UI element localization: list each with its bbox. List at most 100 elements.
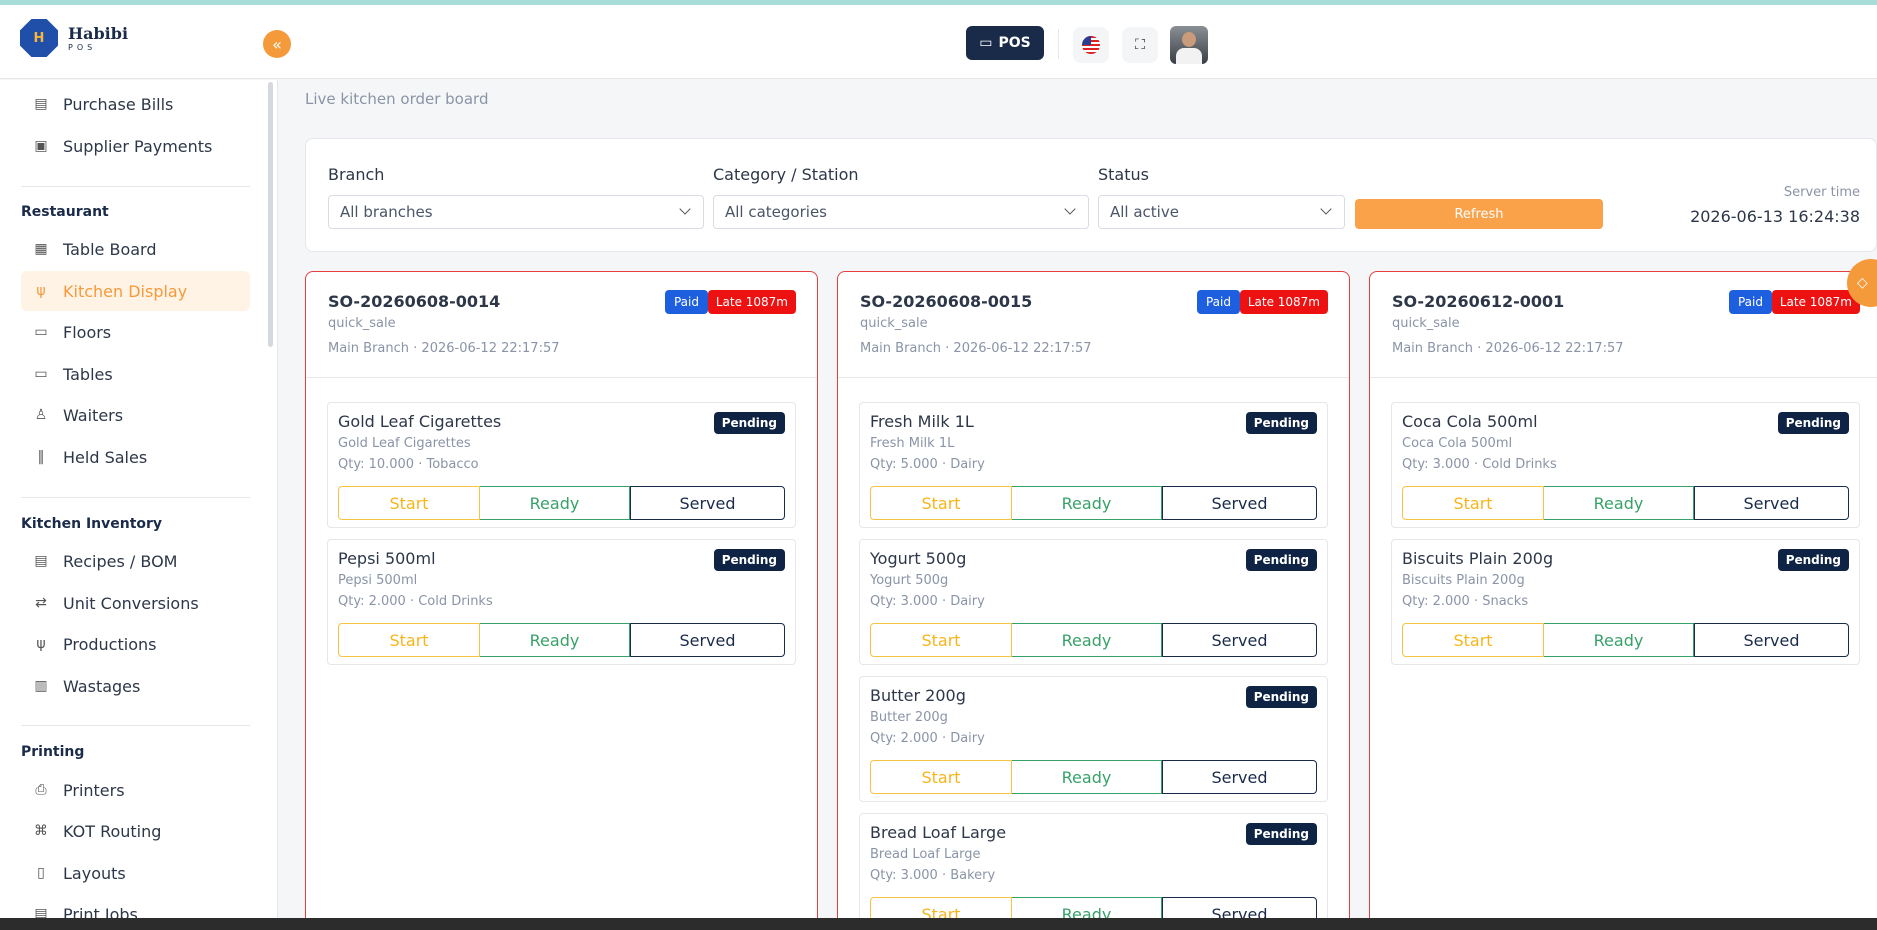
ready-button[interactable]: Ready <box>1012 897 1162 918</box>
order-item: Pepsi 500ml Pepsi 500ml Qty: 2.000 · Col… <box>327 539 796 665</box>
served-button[interactable]: Served <box>1162 760 1317 794</box>
category-label: Category / Station <box>713 165 859 184</box>
pause-icon: ‖ <box>37 449 45 465</box>
served-button[interactable]: Served <box>1694 486 1849 520</box>
served-button[interactable]: Served <box>630 623 785 657</box>
item-sub: Coca Cola 500ml <box>1402 436 1513 451</box>
header-divider <box>1058 29 1059 59</box>
start-button[interactable]: Start <box>1402 486 1544 520</box>
arrows-icon: ⇄ <box>35 595 47 611</box>
sidebar-item-waiters[interactable]: ♙ Waiters <box>21 395 250 435</box>
user-avatar[interactable] <box>1170 26 1208 64</box>
start-button[interactable]: Start <box>870 897 1012 918</box>
sidebar-item-floors[interactable]: ▭ Floors <box>21 312 250 352</box>
served-button[interactable]: Served <box>1162 623 1317 657</box>
late-badge: Late 1087m <box>1239 290 1328 314</box>
refresh-button[interactable]: Refresh <box>1355 199 1603 229</box>
ready-button[interactable]: Ready <box>480 623 630 657</box>
late-badge: Late 1087m <box>1771 290 1860 314</box>
sidebar-item-table-board[interactable]: ▦ Table Board <box>21 229 250 269</box>
start-button[interactable]: Start <box>870 760 1012 794</box>
item-sub: Pepsi 500ml <box>338 573 418 588</box>
start-button[interactable]: Start <box>870 486 1012 520</box>
item-name: Biscuits Plain 200g <box>1402 549 1554 568</box>
start-button[interactable]: Start <box>1402 623 1544 657</box>
start-button[interactable]: Start <box>338 486 480 520</box>
payments-icon: ▣ <box>34 138 48 154</box>
us-flag-icon <box>1082 36 1100 54</box>
item-sub: Bread Loaf Large <box>870 847 981 862</box>
item-actions: Start Ready Served <box>870 760 1317 794</box>
sidebar-item-held-sales[interactable]: ‖ Held Sales <box>21 437 250 477</box>
branch-select[interactable]: All branches <box>328 195 704 229</box>
sidebar-item-recipes-bom[interactable]: ▤ Recipes / BOM <box>21 541 250 581</box>
served-button[interactable]: Served <box>1162 897 1317 918</box>
sidebar-item-unit-conversions[interactable]: ⇄ Unit Conversions <box>21 583 250 623</box>
sidebar-item-kot-routing[interactable]: ⌘ KOT Routing <box>21 811 250 851</box>
language-button[interactable] <box>1073 27 1109 63</box>
sidebar-item-productions[interactable]: ψ Productions <box>21 624 250 664</box>
item-name: Butter 200g <box>870 686 966 705</box>
map-icon: ⌘ <box>34 823 48 839</box>
ready-button[interactable]: Ready <box>480 486 630 520</box>
order-item: Coca Cola 500ml Coca Cola 500ml Qty: 3.0… <box>1391 402 1860 528</box>
status-badge: Pending <box>713 549 785 571</box>
brand[interactable]: H Habibi POS <box>20 19 128 57</box>
item-name: Coca Cola 500ml <box>1402 412 1538 431</box>
sidebar-item-label: Waiters <box>63 405 124 425</box>
item-sub: Gold Leaf Cigarettes <box>338 436 471 451</box>
sidebar-item-tables[interactable]: ▭ Tables <box>21 354 250 394</box>
status-badge: Pending <box>1245 823 1317 845</box>
fullscreen-button[interactable]: ⛶ <box>1122 27 1158 63</box>
trash-icon: ▥ <box>34 678 48 694</box>
sidebar-item-kitchen-display[interactable]: ψ Kitchen Display <box>21 271 250 311</box>
status-select[interactable]: All active <box>1098 195 1345 229</box>
sidebar: ▤ Purchase Bills ▣ Supplier Payments Res… <box>0 80 278 918</box>
item-actions: Start Ready Served <box>870 623 1317 657</box>
category-select[interactable]: All categories <box>713 195 1089 229</box>
ready-button[interactable]: Ready <box>1012 623 1162 657</box>
sidebar-item-label: Purchase Bills <box>63 94 174 114</box>
order-meta: Main Branch · 2026-06-12 22:17:57 <box>860 341 1092 356</box>
status-badge: Pending <box>1245 686 1317 708</box>
order-type: quick_sale <box>328 316 396 331</box>
item-name: Yogurt 500g <box>870 549 967 568</box>
sidebar-scrollbar[interactable] <box>268 82 273 347</box>
served-button[interactable]: Served <box>1162 486 1317 520</box>
start-button[interactable]: Start <box>338 623 480 657</box>
sidebar-item-purchase-bills[interactable]: ▤ Purchase Bills <box>21 84 250 124</box>
sidebar-item-label: Printers <box>63 780 125 800</box>
sidebar-item-layouts[interactable]: ▯ Layouts <box>21 853 250 893</box>
user-icon: ♙ <box>34 407 48 423</box>
order-item: Yogurt 500g Yogurt 500g Qty: 3.000 · Dai… <box>859 539 1328 665</box>
pos-button[interactable]: ▭ POS <box>966 26 1044 60</box>
order-code: SO-20260608-0015 <box>860 292 1033 311</box>
order-header: SO-20260608-0014 quick_sale Main Branch … <box>306 272 817 378</box>
start-button[interactable]: Start <box>870 623 1012 657</box>
sidebar-item-wastages[interactable]: ▥ Wastages <box>21 666 250 706</box>
sidebar-item-print-jobs[interactable]: ▤ Print Jobs <box>21 894 250 919</box>
sidebar-item-printers[interactable]: ⎙ Printers <box>21 770 250 810</box>
served-button[interactable]: Served <box>630 486 785 520</box>
served-button[interactable]: Served <box>1694 623 1849 657</box>
order-meta: Main Branch · 2026-06-12 22:17:57 <box>1392 341 1624 356</box>
utensils-icon: ψ <box>36 636 46 652</box>
item-sub: Biscuits Plain 200g <box>1402 573 1525 588</box>
printer-icon: ⎙ <box>35 782 47 798</box>
item-qty: Qty: 5.000 · Dairy <box>870 457 985 472</box>
item-name: Pepsi 500ml <box>338 549 436 568</box>
ready-button[interactable]: Ready <box>1012 486 1162 520</box>
order-card: SO-20260608-0015 quick_sale Main Branch … <box>837 271 1350 918</box>
sidebar-section-kitchen-inventory: Kitchen Inventory <box>21 516 163 532</box>
order-header: SO-20260608-0015 quick_sale Main Branch … <box>838 272 1349 378</box>
ready-button[interactable]: Ready <box>1544 623 1694 657</box>
collapse-sidebar-button[interactable]: « <box>263 30 291 58</box>
item-name: Fresh Milk 1L <box>870 412 974 431</box>
ready-button[interactable]: Ready <box>1544 486 1694 520</box>
item-actions: Start Ready Served <box>1402 486 1849 520</box>
item-actions: Start Ready Served <box>338 486 785 520</box>
sidebar-divider <box>21 497 250 498</box>
sidebar-item-supplier-payments[interactable]: ▣ Supplier Payments <box>21 126 250 166</box>
branch-select-value: All branches <box>340 203 433 221</box>
ready-button[interactable]: Ready <box>1012 760 1162 794</box>
